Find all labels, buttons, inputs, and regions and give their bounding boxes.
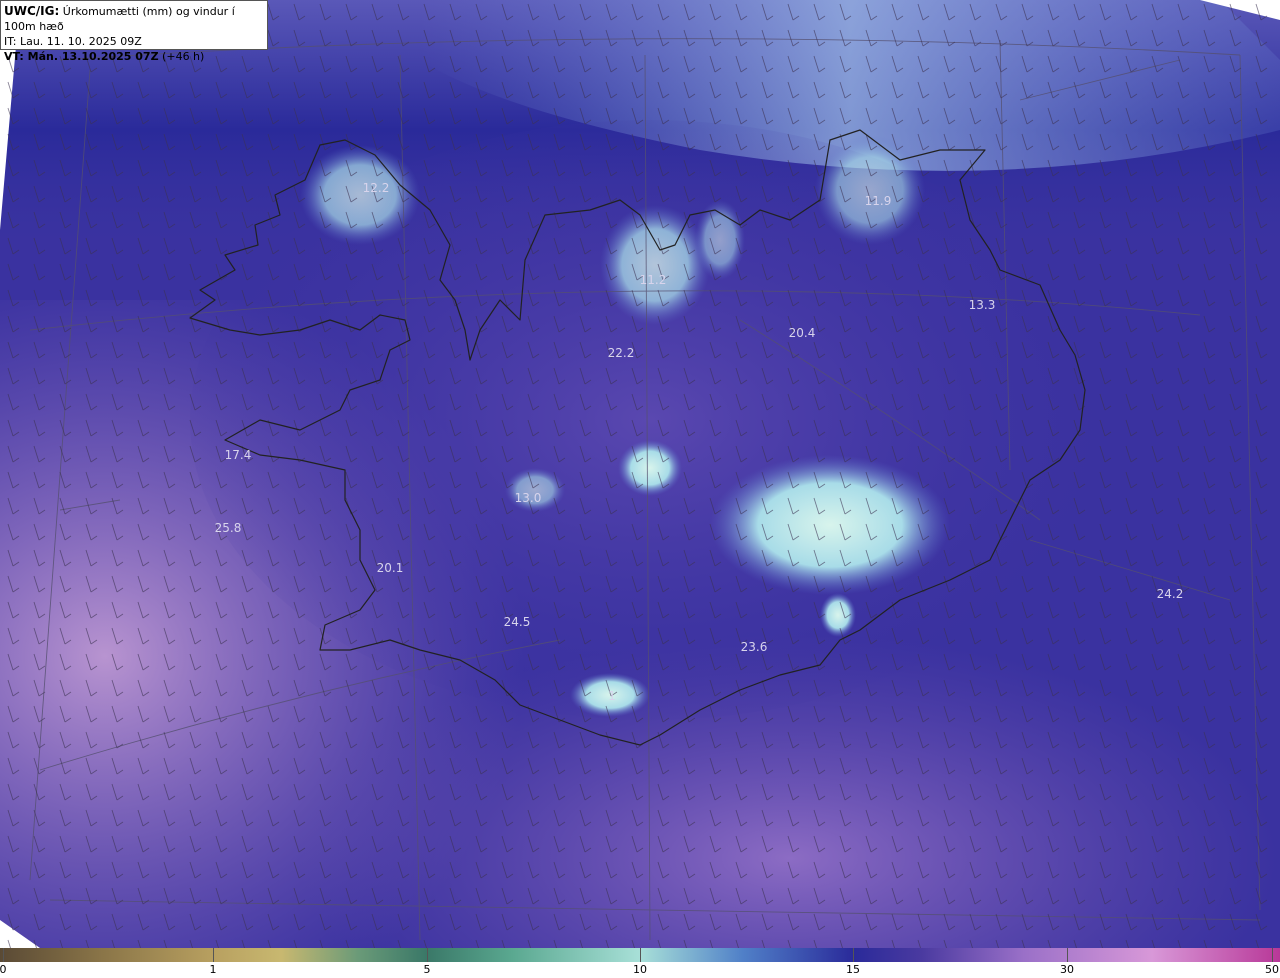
map-info-box: UWC/IG: Úrkomumætti (mm) og vindur í 100… <box>0 0 268 63</box>
colorbar-tick-label: 15 <box>846 963 860 976</box>
colorbar-tick-mark <box>1272 948 1273 962</box>
precip-value-label: 24.2 <box>1157 587 1184 601</box>
colorbar-tick-mark <box>213 948 214 962</box>
precip-value-label: 13.0 <box>515 491 542 505</box>
precip-value-label: 17.4 <box>225 448 252 462</box>
colorbar-tick-label: 50 <box>1265 963 1279 976</box>
colorbar-tick-label: 30 <box>1060 963 1074 976</box>
product-code: UWC/IG: <box>4 4 60 18</box>
colorbar-tick-mark <box>427 948 428 962</box>
precip-value-label: 20.4 <box>789 326 816 340</box>
precip-value-label: 20.1 <box>377 561 404 575</box>
wind-barbs <box>0 0 1280 948</box>
precip-value-label: 1 <box>608 689 616 703</box>
colorbar-tick-mark <box>640 948 641 962</box>
precip-value-label: 23.6 <box>741 640 768 654</box>
colorbar-tick-label: 1 <box>209 963 217 976</box>
precip-value-label: 12.2 <box>363 181 390 195</box>
precip-value-label: 22.2 <box>608 346 635 360</box>
colorbar-tick-mark <box>1067 948 1068 962</box>
valid-time: VT: Mán. 13.10.2025 07Z <box>4 50 159 63</box>
forecast-hour: (+46 h) <box>158 50 205 63</box>
colorbar-tick-label: 5 <box>423 963 431 976</box>
precip-value-label: 24.5 <box>504 615 531 629</box>
colorbar-tick-mark <box>853 948 854 962</box>
precip-value-label: 11.2 <box>640 273 667 287</box>
precip-value-label: 25.8 <box>215 521 242 535</box>
precip-value-label: 13.3 <box>969 298 996 312</box>
colorbar-tick-mark <box>3 948 4 962</box>
colorbar-tick-label: 0 <box>0 963 7 976</box>
init-time: IT: Lau. 11. 10. 2025 09Z <box>4 35 142 48</box>
colorbar-tick-label: 10 <box>633 963 647 976</box>
precipitation-wind-map: 12.2 11.2 11.9 13.3 20.4 22.2 17.4 13.0 25.8 20.1… <box>0 0 1280 948</box>
precip-value-label: 11.9 <box>865 194 892 208</box>
